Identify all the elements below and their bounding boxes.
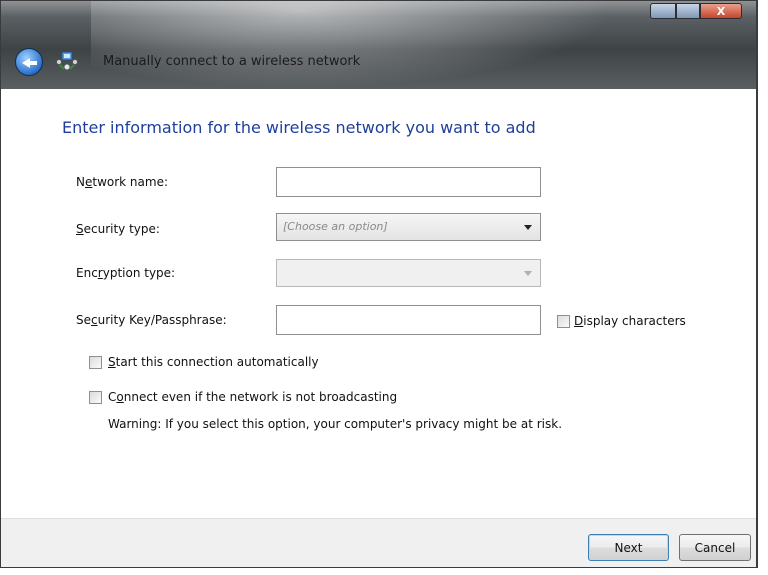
network-name-label: Network name: [76, 175, 169, 189]
security-type-selected: [Choose an option] [283, 220, 388, 233]
security-key-input[interactable] [276, 305, 541, 335]
close-button[interactable]: X [700, 3, 742, 19]
minimize-button[interactable] [650, 3, 676, 19]
page-heading: Enter information for the wireless netwo… [62, 118, 536, 137]
connect-hidden-checkbox[interactable] [89, 391, 102, 404]
security-type-label: Security type: [76, 222, 160, 236]
dialog-footer: Next Cancel [1, 518, 756, 567]
encryption-type-dropdown [276, 259, 541, 287]
title-bar: X Manually connect to a wireless network [1, 1, 756, 89]
chevron-down-icon [524, 271, 532, 276]
encryption-type-label: Encryption type: [76, 266, 176, 280]
privacy-warning: Warning: If you select this option, your… [108, 417, 563, 431]
display-characters-label[interactable]: Display characters [574, 314, 686, 328]
start-automatically-checkbox[interactable] [89, 356, 102, 369]
security-key-label: Security Key/Passphrase: [76, 313, 227, 327]
dialog-content: Enter information for the wireless netwo… [1, 89, 756, 519]
security-type-dropdown[interactable]: [Choose an option] [276, 213, 541, 241]
wireless-network-icon [56, 51, 78, 71]
connect-hidden-label[interactable]: Connect even if the network is not broad… [108, 390, 397, 404]
network-name-input[interactable] [276, 167, 541, 197]
title-bar-glow [91, 1, 611, 89]
cancel-button[interactable]: Cancel [679, 534, 751, 561]
next-button[interactable]: Next [588, 534, 669, 561]
window-title: Manually connect to a wireless network [103, 54, 361, 69]
chevron-down-icon [524, 225, 532, 230]
window-controls: X [650, 3, 742, 19]
start-automatically-label[interactable]: Start this connection automatically [108, 355, 319, 369]
back-arrow-icon[interactable] [15, 48, 43, 76]
display-characters-checkbox[interactable] [557, 315, 570, 328]
maximize-button[interactable] [676, 3, 700, 19]
dialog-window: X Manually connect to a wireless network… [0, 0, 758, 568]
